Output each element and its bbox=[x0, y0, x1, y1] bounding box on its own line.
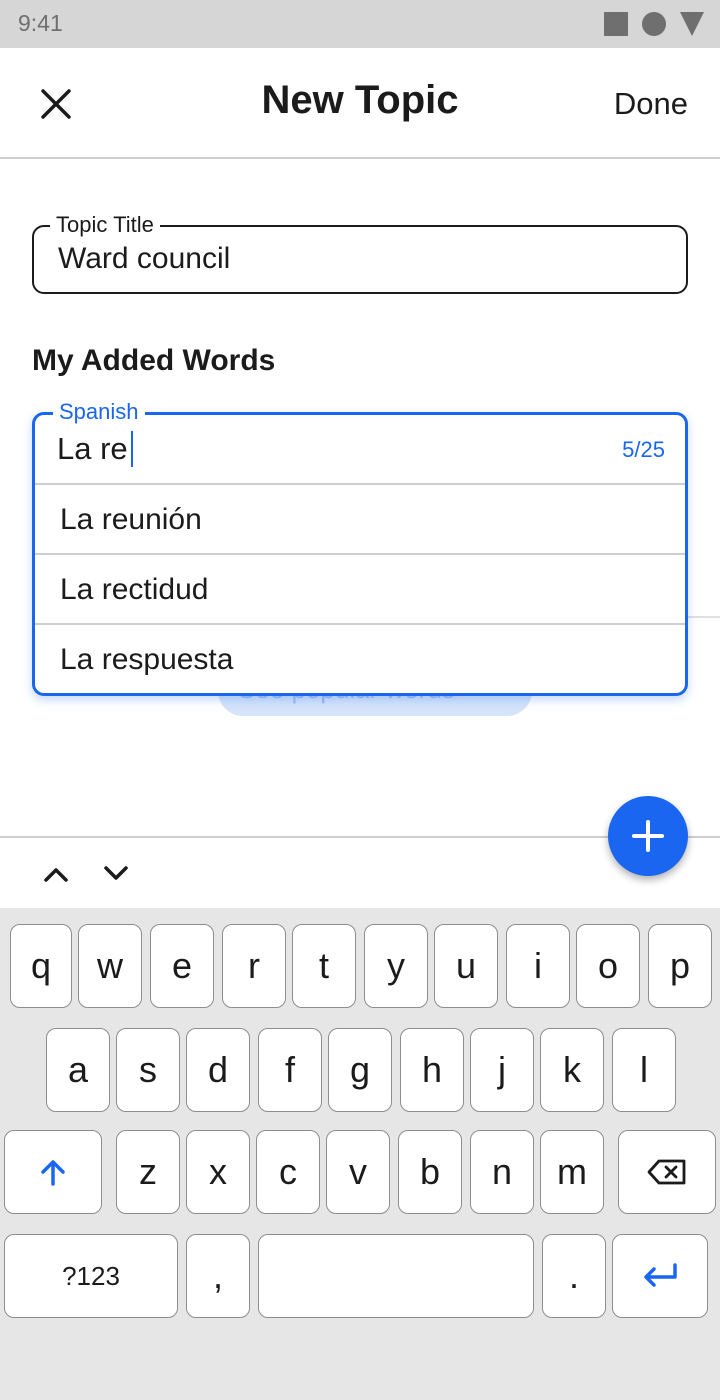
shift-key[interactable] bbox=[4, 1130, 102, 1214]
enter-key[interactable] bbox=[612, 1234, 708, 1318]
chevron-down-icon bbox=[104, 866, 128, 880]
signal-triangle-icon bbox=[680, 12, 704, 36]
suggestion-label: La reunión bbox=[60, 503, 202, 536]
period-key[interactable]: . bbox=[542, 1234, 606, 1318]
key-k[interactable]: k bbox=[540, 1028, 604, 1112]
key-f[interactable]: f bbox=[258, 1028, 322, 1112]
add-word-button[interactable] bbox=[608, 796, 688, 876]
topic-title-value: Ward council bbox=[58, 242, 231, 275]
key-y[interactable]: y bbox=[364, 924, 428, 1008]
page-title: New Topic bbox=[261, 78, 459, 122]
comma-key[interactable]: , bbox=[186, 1234, 250, 1318]
space-key[interactable] bbox=[258, 1234, 534, 1318]
spanish-input-value: La re bbox=[57, 431, 128, 466]
suggestion-item[interactable]: La respuesta bbox=[35, 623, 685, 693]
shift-arrow-icon bbox=[41, 1160, 65, 1186]
key-t[interactable]: t bbox=[292, 924, 356, 1008]
spanish-input[interactable]: La re bbox=[57, 431, 133, 467]
previous-field-button[interactable] bbox=[36, 856, 76, 892]
key-r[interactable]: r bbox=[222, 924, 286, 1008]
key-i[interactable]: i bbox=[506, 924, 570, 1008]
backspace-icon bbox=[647, 1159, 686, 1185]
key-j[interactable]: j bbox=[470, 1028, 534, 1112]
spanish-field-label: Spanish bbox=[53, 398, 145, 426]
key-x[interactable]: x bbox=[186, 1130, 250, 1214]
suggestion-item[interactable]: La rectidud bbox=[35, 553, 685, 623]
key-c[interactable]: c bbox=[256, 1130, 320, 1214]
enter-icon bbox=[644, 1263, 677, 1287]
topic-title-label: Topic Title bbox=[50, 211, 160, 239]
added-words-heading: My Added Words bbox=[32, 344, 276, 377]
key-v[interactable]: v bbox=[326, 1130, 390, 1214]
key-l[interactable]: l bbox=[612, 1028, 676, 1112]
key-d[interactable]: d bbox=[186, 1028, 250, 1112]
text-cursor bbox=[130, 431, 133, 467]
soft-keyboard: q w e r t y u i o p a s d f g h j k l z … bbox=[0, 908, 720, 1400]
suggestion-label: La respuesta bbox=[60, 643, 234, 676]
plus-icon bbox=[632, 820, 664, 852]
character-counter: 5/25 bbox=[622, 437, 665, 462]
symbols-key[interactable]: ?123 bbox=[4, 1234, 178, 1318]
key-n[interactable]: n bbox=[470, 1130, 534, 1214]
home-circle-icon bbox=[642, 12, 666, 36]
recent-apps-icon bbox=[604, 12, 628, 36]
done-button[interactable]: Done bbox=[614, 86, 688, 122]
key-h[interactable]: h bbox=[400, 1028, 464, 1112]
key-b[interactable]: b bbox=[398, 1130, 462, 1214]
key-z[interactable]: z bbox=[116, 1130, 180, 1214]
status-time: 9:41 bbox=[18, 10, 63, 36]
key-u[interactable]: u bbox=[434, 924, 498, 1008]
suggestion-label: La rectidud bbox=[60, 573, 209, 606]
key-e[interactable]: e bbox=[150, 924, 214, 1008]
status-bar: 9:41 bbox=[0, 0, 720, 48]
status-icons bbox=[604, 12, 704, 36]
next-field-button[interactable] bbox=[96, 856, 136, 892]
key-a[interactable]: a bbox=[46, 1028, 110, 1112]
key-g[interactable]: g bbox=[328, 1028, 392, 1112]
suggestion-item[interactable]: La reunión bbox=[35, 483, 685, 553]
key-p[interactable]: p bbox=[648, 924, 712, 1008]
spanish-word-field[interactable]: Spanish La re 5/25 La reunión La rectidu… bbox=[32, 398, 688, 696]
key-q[interactable]: q bbox=[10, 924, 72, 1008]
topic-title-field[interactable]: Topic Title Ward council bbox=[32, 211, 688, 294]
key-s[interactable]: s bbox=[116, 1028, 180, 1112]
key-w[interactable]: w bbox=[78, 924, 142, 1008]
backspace-key[interactable] bbox=[618, 1130, 716, 1214]
app-bar: New Topic Done bbox=[0, 48, 720, 159]
key-m[interactable]: m bbox=[540, 1130, 604, 1214]
chevron-up-icon bbox=[44, 868, 68, 882]
key-o[interactable]: o bbox=[576, 924, 640, 1008]
